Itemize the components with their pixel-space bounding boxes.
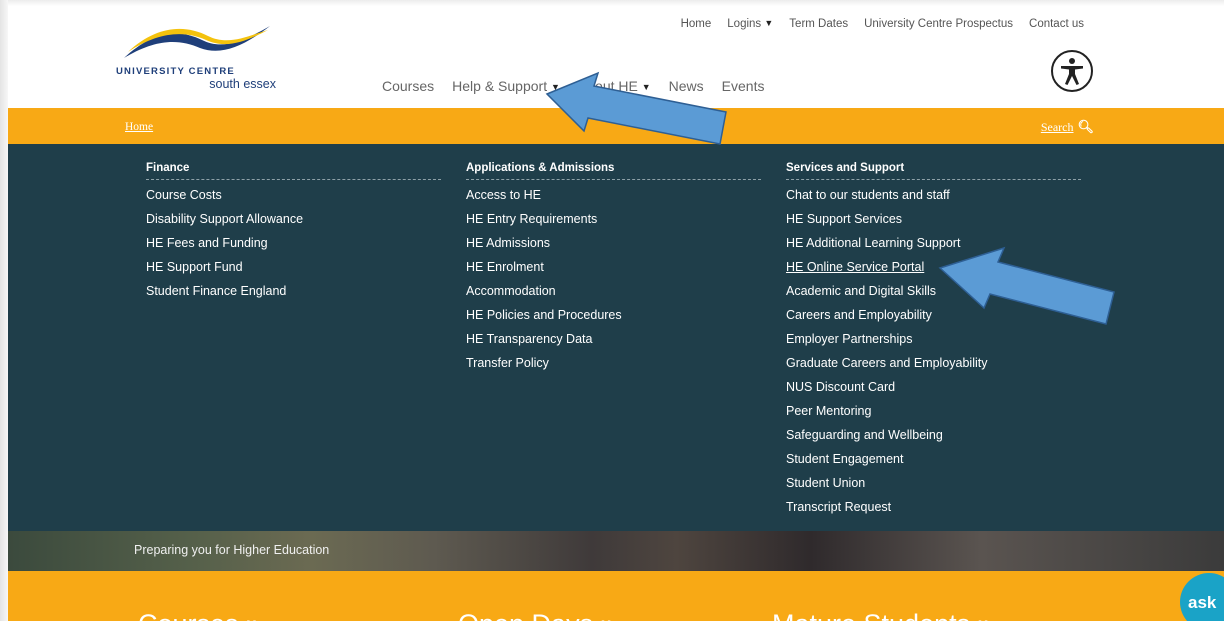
- menu-item-accommodation[interactable]: Accommodation: [466, 284, 761, 308]
- logo-text-primary: UNIVERSITY CENTRE: [116, 66, 235, 77]
- util-link-logins[interactable]: Logins ▼: [727, 18, 773, 30]
- logo-swoosh-icon: [124, 26, 270, 58]
- utility-nav: Home Logins ▼ Term Dates University Cent…: [681, 18, 1084, 30]
- nav-news[interactable]: News: [669, 78, 704, 94]
- util-link-prospectus[interactable]: University Centre Prospectus: [864, 18, 1013, 30]
- menu-column-finance: Finance Course Costs Disability Support …: [146, 162, 441, 308]
- util-link-home[interactable]: Home: [681, 18, 712, 30]
- quick-link-mature-students[interactable]: Mature Students »: [772, 609, 993, 621]
- nav-help-support-label: Help & Support: [452, 78, 548, 94]
- menu-item-support-services[interactable]: HE Support Services: [786, 212, 1081, 236]
- quick-link-open-days[interactable]: Open Days »: [458, 609, 616, 621]
- search-link[interactable]: Search 🔍︎: [1041, 120, 1094, 135]
- nav-about-he-label: About HE: [577, 78, 638, 94]
- quick-links-band: Courses » Open Days » Mature Students »: [8, 571, 1224, 621]
- menu-item-fees-funding[interactable]: HE Fees and Funding: [146, 236, 441, 260]
- menu-item-course-costs[interactable]: Course Costs: [146, 188, 441, 212]
- logo-text-secondary: south essex: [209, 77, 276, 91]
- search-link-label: Search: [1040, 120, 1074, 134]
- breadcrumb-bar: Home Search 🔍︎: [8, 108, 1224, 144]
- menu-item-transcript[interactable]: Transcript Request: [786, 500, 1081, 524]
- util-link-contact[interactable]: Contact us: [1029, 18, 1084, 30]
- nav-courses[interactable]: Courses: [382, 78, 434, 94]
- nav-about-he[interactable]: About HE ▼: [578, 78, 651, 94]
- chevron-down-icon: ▼: [641, 82, 651, 92]
- menu-heading-finance: Finance: [146, 162, 441, 180]
- menu-item-engagement[interactable]: Student Engagement: [786, 452, 1081, 476]
- menu-item-careers[interactable]: Careers and Employability: [786, 308, 1081, 332]
- menu-item-access-he[interactable]: Access to HE: [466, 188, 761, 212]
- util-link-term-dates[interactable]: Term Dates: [789, 18, 848, 30]
- hero-tagline: Preparing you for Higher Education: [134, 543, 330, 557]
- site-header: UNIVERSITY CENTRE south essex Home Login…: [8, 6, 1224, 108]
- menu-item-dsa[interactable]: Disability Support Allowance: [146, 212, 441, 236]
- hero-banner: Preparing you for Higher Education: [8, 531, 1224, 571]
- breadcrumb-home[interactable]: Home: [125, 121, 153, 133]
- help-support-mega-menu: Finance Course Costs Disability Support …: [8, 144, 1224, 531]
- menu-item-graduate-careers[interactable]: Graduate Careers and Employability: [786, 356, 1081, 380]
- util-link-logins-label: Logins: [727, 18, 762, 30]
- menu-item-policies[interactable]: HE Policies and Procedures: [466, 308, 761, 332]
- menu-item-learning-support[interactable]: HE Additional Learning Support: [786, 236, 1081, 260]
- menu-item-chat[interactable]: Chat to our students and staff: [786, 188, 1081, 212]
- menu-heading-admissions: Applications & Admissions: [466, 162, 761, 180]
- site-logo[interactable]: UNIVERSITY CENTRE south essex: [116, 22, 276, 91]
- menu-item-nus[interactable]: NUS Discount Card: [786, 380, 1081, 404]
- chevron-down-icon: ▼: [550, 82, 560, 92]
- menu-item-entry-requirements[interactable]: HE Entry Requirements: [466, 212, 761, 236]
- menu-item-safeguarding[interactable]: Safeguarding and Wellbeing: [786, 428, 1081, 452]
- quick-link-courses[interactable]: Courses »: [138, 609, 261, 621]
- menu-item-transparency[interactable]: HE Transparency Data: [466, 332, 761, 356]
- window-frame-left: [0, 0, 8, 621]
- nav-events[interactable]: Events: [722, 78, 765, 94]
- menu-item-peer-mentoring[interactable]: Peer Mentoring: [786, 404, 1081, 428]
- menu-column-services: Services and Support Chat to our student…: [786, 162, 1081, 524]
- nav-help-support[interactable]: Help & Support ▼: [452, 78, 560, 94]
- menu-item-admissions[interactable]: HE Admissions: [466, 236, 761, 260]
- search-icon: 🔍︎: [1077, 120, 1094, 135]
- menu-heading-services: Services and Support: [786, 162, 1081, 180]
- chevron-down-icon: ▼: [764, 18, 774, 28]
- menu-item-support-fund[interactable]: HE Support Fund: [146, 260, 441, 284]
- accessibility-figure-icon: [1061, 58, 1083, 85]
- main-nav: Courses Help & Support ▼ About HE ▼ News…: [382, 78, 764, 94]
- menu-item-academic-skills[interactable]: Academic and Digital Skills: [786, 284, 1081, 308]
- menu-item-online-portal[interactable]: HE Online Service Portal: [786, 260, 1081, 284]
- menu-item-employer[interactable]: Employer Partnerships: [786, 332, 1081, 356]
- menu-item-student-finance[interactable]: Student Finance England: [146, 284, 441, 308]
- menu-item-transfer-policy[interactable]: Transfer Policy: [466, 356, 761, 380]
- accessibility-icon[interactable]: [1051, 50, 1093, 92]
- menu-column-admissions: Applications & Admissions Access to HE H…: [466, 162, 761, 380]
- menu-item-student-union[interactable]: Student Union: [786, 476, 1081, 500]
- menu-item-enrolment[interactable]: HE Enrolment: [466, 260, 761, 284]
